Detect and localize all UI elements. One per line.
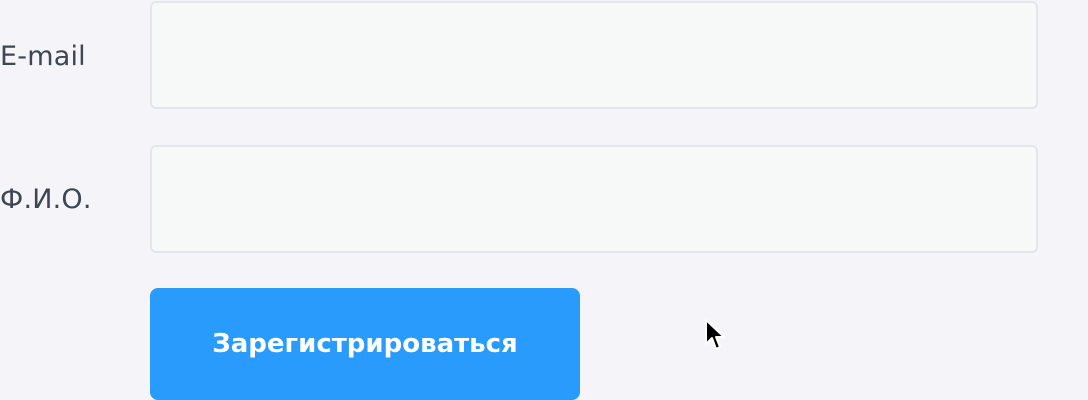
fio-field[interactable]: [150, 145, 1038, 253]
register-button[interactable]: Зарегистрироваться: [150, 288, 580, 400]
fio-label: Ф.И.О.: [0, 184, 92, 215]
email-field[interactable]: [150, 1, 1038, 109]
mouse-pointer-icon: [705, 319, 725, 350]
registration-form: E-mail Ф.И.О. Зарегистрироваться: [0, 0, 1088, 400]
email-label: E-mail: [0, 41, 86, 72]
